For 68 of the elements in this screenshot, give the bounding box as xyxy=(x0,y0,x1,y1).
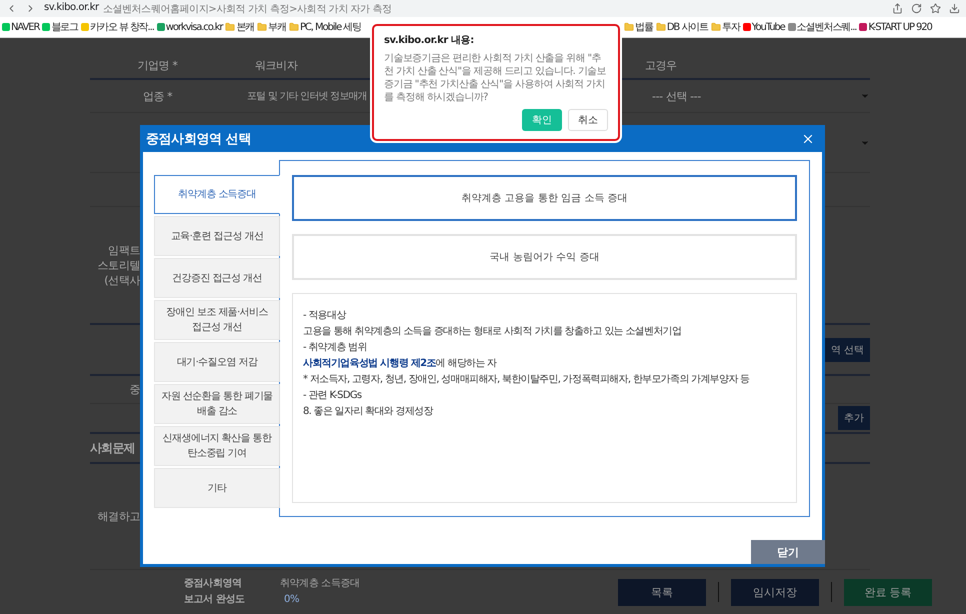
description-line: - 관련 K-SDGs xyxy=(303,389,362,403)
select-field[interactable]: --- 선택 --- xyxy=(652,88,701,104)
section-heading: 사회문제 xyxy=(90,440,135,456)
description-line: * 저소득자, 고령자, 청년, 장애인, 성매매피해자, 북한이탈주민, 가정폭력피해자, 한부모가족의 가계부양자 등 xyxy=(303,373,750,387)
summary-value: 0% xyxy=(283,593,300,607)
option-button[interactable]: 국내 농림어가 수익 증대 xyxy=(292,234,797,280)
bookmark[interactable]: 카카오 뷰 창작... xyxy=(81,20,154,34)
action-button[interactable]: 임시저장 xyxy=(731,578,819,606)
bookmark[interactable]: PC, Mobile 세팅 xyxy=(288,20,362,34)
description-line: 8. 좋은 일자리 확대와 경제성장 xyxy=(303,405,434,419)
category-tab[interactable]: 대기·수질오염 저감 xyxy=(154,342,280,382)
field-label: 스토리텔 xyxy=(98,258,140,272)
category-tab[interactable]: 취약계층 소득증대 xyxy=(154,175,280,214)
description-line: 고용을 통해 취약계층의 소득을 증대하는 형태로 사회적 가치를 창출하고 있는 소셜벤처기업 xyxy=(303,325,682,339)
area-select-button[interactable]: 역 선택 xyxy=(824,338,870,362)
star-icon[interactable] xyxy=(930,3,941,14)
bookmark[interactable]: 투자 xyxy=(710,20,740,34)
summary-label: 보고서 완성도 xyxy=(184,593,246,607)
category-tab[interactable]: 교육·훈련 접근성 개선 xyxy=(154,216,280,256)
reload-icon[interactable] xyxy=(911,3,922,14)
summary-label: 중점사회영역 xyxy=(184,577,243,591)
modal-title: 중점사회영역 선택 xyxy=(146,130,251,148)
field-value: 고경우 xyxy=(645,58,677,72)
description-line: - 적용대상 xyxy=(303,309,348,323)
category-tab[interactable]: 신재생에너지 확산을 통한 탄소중립 기여 xyxy=(154,426,280,466)
description-line: 사회적기업육성법 시행령 제2조에 해당하는 자 xyxy=(303,357,498,371)
folder-icon xyxy=(624,22,634,32)
address-path[interactable]: 소셜벤처스퀘어홈페이지>사회적 가치 측정>사회적 가치 자가 측정 xyxy=(102,2,392,16)
folder-icon xyxy=(225,22,236,32)
bookmark[interactable]: YouTube xyxy=(742,22,785,32)
field-label: 업종 * xyxy=(142,88,172,104)
alert-title: sv.kibo.or.kr 내용: xyxy=(384,34,475,47)
category-tab[interactable]: 기타 xyxy=(154,468,280,508)
bookmark[interactable]: 법률 xyxy=(624,20,653,34)
field-label: 중 xyxy=(128,382,140,397)
folder-icon xyxy=(257,22,268,32)
summary-value: 취약계층 소득증대 xyxy=(280,577,361,591)
action-button[interactable]: 목록 xyxy=(618,578,706,606)
folder-icon xyxy=(710,22,721,32)
field-label: 임팩트 xyxy=(108,242,140,258)
bookmark[interactable]: 부캐 xyxy=(257,20,286,34)
address-domain[interactable]: sv.kibo.or.kr xyxy=(44,2,99,16)
bookmark[interactable]: DB 사이트 xyxy=(656,20,708,34)
bookmark[interactable]: NAVER xyxy=(2,22,40,32)
bookmark[interactable]: K-START UP 920 xyxy=(859,22,932,32)
bookmark[interactable]: 블로그 xyxy=(42,20,78,34)
share-icon[interactable] xyxy=(892,3,903,14)
category-tab[interactable]: 건강증진 접근성 개선 xyxy=(154,258,280,298)
category-tab[interactable]: 장애인 보조 제품·서비스 접근성 개선 xyxy=(154,300,280,340)
description-line: - 취약계층 범위 xyxy=(303,341,368,355)
field-label: (선택사 xyxy=(104,272,140,288)
category-tab[interactable]: 자원 선순환을 통한 폐기물 배출 감소 xyxy=(154,384,280,424)
folder-icon xyxy=(656,22,666,32)
alert-message: 기술보증기금은 편리한 사회적 가치 산출을 위해 "추천 가치 산출 산식"을 제공해 드리고 있습니다. 기술보증기금 "추천 가치산출 산식"을 사용하여 사회적 가치를 측정해 하시겠습니까? xyxy=(384,52,608,104)
cancel-button[interactable]: 취소 xyxy=(568,109,608,131)
bookmark[interactable]: 소셜벤처스퀘... xyxy=(788,20,856,34)
bookmark[interactable]: workvisa.co.kr xyxy=(156,22,222,32)
add-button[interactable]: 추가 xyxy=(838,406,870,430)
bookmark[interactable]: 본캐 xyxy=(225,20,254,34)
option-button[interactable]: 취약계층 고용을 통한 임금 소득 증대 xyxy=(292,175,797,221)
field-value: 워크비자 xyxy=(255,58,298,72)
field-value: 포털 및 기타 인터넷 정보매개 xyxy=(247,90,367,103)
download-icon[interactable] xyxy=(949,3,960,14)
action-button[interactable]: 완료 등록 xyxy=(844,578,932,606)
field-label: 해결하고 xyxy=(96,509,140,524)
folder-icon xyxy=(288,22,299,32)
close-button[interactable]: 닫기 xyxy=(751,540,825,564)
field-label: 기업명 * xyxy=(138,58,178,72)
